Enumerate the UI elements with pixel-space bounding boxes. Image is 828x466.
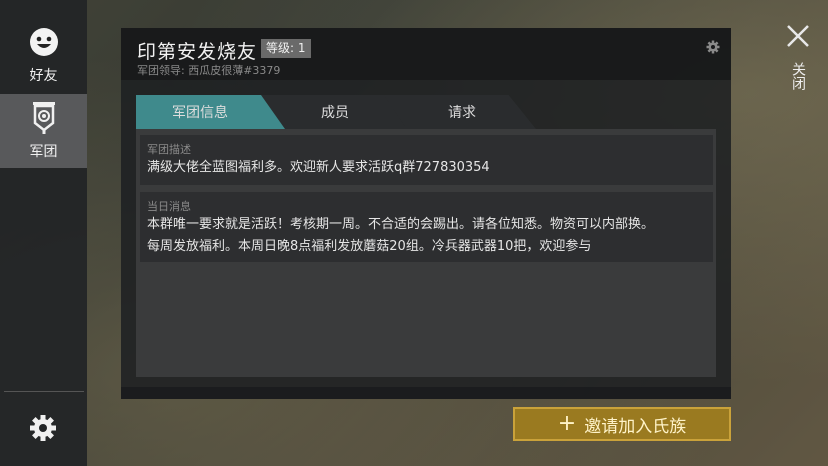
sidebar-item-label: 好友 — [29, 68, 58, 84]
guild-banner-icon — [27, 101, 61, 135]
gear-icon[interactable] — [27, 412, 59, 444]
invite-button-label: 邀请加入氏族 — [584, 416, 687, 437]
sidebar-divider — [4, 391, 84, 392]
panel-header: 印第安发烧友 等级: 1 军团领导: 西瓜皮很薄#3379 — [121, 28, 731, 80]
daily-message-line: 每周发放福利。本周日晚8点福利发放蘑菇20组。冷兵器武器10把，欢迎参与 — [147, 239, 592, 254]
tab-guild-info[interactable]: 军团信息 — [136, 95, 286, 129]
sidebar-item-guild[interactable]: 军团 — [0, 94, 87, 168]
description-label: 军团描述 — [147, 143, 191, 156]
tab-requests[interactable]: 请求 — [384, 95, 536, 129]
smiley-icon — [27, 25, 61, 59]
daily-message-label: 当日消息 — [147, 200, 191, 213]
panel-footer — [121, 387, 731, 399]
gear-icon[interactable] — [705, 39, 721, 55]
daily-message-line: 本群唯一要求就是活跃！考核期一周。不合适的会踢出。请各位知悉。物资可以内部换。 — [147, 217, 655, 232]
description-text: 满级大佬全蓝图福利多。欢迎新人要求活跃q群727830354 — [147, 160, 490, 175]
guild-panel: 印第安发烧友 等级: 1 军团领导: 西瓜皮很薄#3379 军团信息 成员 请求… — [121, 28, 731, 399]
tab-bar: 军团信息 成员 请求 — [136, 95, 536, 129]
plus-icon: + — [557, 411, 577, 436]
sidebar-item-label: 军团 — [29, 144, 58, 160]
guild-leader: 军团领导: 西瓜皮很薄#3379 — [137, 64, 281, 77]
description-section: 军团描述 满级大佬全蓝图福利多。欢迎新人要求活跃q群727830354 — [140, 135, 713, 185]
invite-to-clan-button[interactable]: + 邀请加入氏族 — [513, 407, 731, 441]
sidebar: 好友 军团 — [0, 0, 87, 466]
guild-title: 印第安发烧友 — [137, 41, 258, 63]
guild-info-content: 军团描述 满级大佬全蓝图福利多。欢迎新人要求活跃q群727830354 当日消息… — [136, 129, 716, 377]
sidebar-item-friends[interactable]: 好友 — [0, 18, 87, 92]
level-badge: 等级: 1 — [261, 39, 311, 58]
daily-message-section: 当日消息 本群唯一要求就是活跃！考核期一周。不合适的会踢出。请各位知悉。物资可以… — [140, 192, 713, 262]
close-label[interactable]: 关闭 — [786, 62, 808, 90]
close-icon[interactable] — [786, 24, 810, 48]
